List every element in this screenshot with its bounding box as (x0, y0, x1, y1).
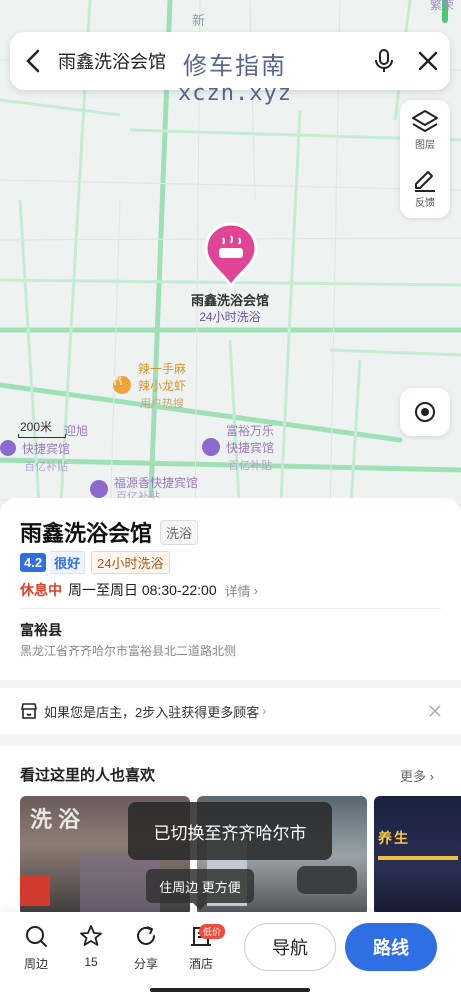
feature-tag: 24小时洗浴 (91, 551, 170, 574)
neon-strip (378, 856, 458, 860)
place-title: 雨鑫洗浴会馆 (20, 521, 153, 546)
hotel3-name: 福源香快捷宾馆 (114, 476, 199, 490)
food-sub: 用户热搜 (140, 398, 184, 410)
location-pin-icon[interactable] (204, 222, 258, 288)
low-price-badge: 低价 (199, 924, 226, 939)
locate-icon (415, 402, 435, 422)
map-tool-panel: 图层 反馈 (400, 100, 450, 218)
photo-sign: 洗浴 (30, 807, 87, 832)
search-bar[interactable]: 雨鑫洗浴会馆 (10, 32, 450, 90)
more-label: 更多 (400, 769, 427, 784)
hotel2-sub: 百亿补贴 (228, 460, 272, 472)
close-button[interactable] (406, 32, 450, 90)
hours-detail-link[interactable]: 详情 (225, 581, 251, 600)
scale-bar (18, 434, 66, 438)
hotel-label: 酒店 (188, 957, 213, 971)
share-label: 分享 (133, 957, 158, 971)
place-info-card: 雨鑫洗浴会馆 洗浴 4.2 很好 24小时洗浴 休息中 周一至周日 08:30-… (0, 498, 461, 680)
category-tag: 洗浴 (160, 519, 199, 545)
poi-sub-label: 24小时洗浴 (199, 310, 261, 324)
divider (20, 608, 441, 609)
road-label: 新 (192, 13, 206, 28)
locate-button[interactable] (400, 388, 450, 436)
shop-icon (21, 703, 37, 719)
chevron-right-icon: › (262, 704, 267, 718)
district: 富裕县 (20, 622, 62, 638)
recommend-more-link[interactable]: 更多 › (400, 766, 434, 785)
toast-message: 已切换至齐齐哈尔市 (128, 802, 332, 860)
hotel1-prefix: 迎旭 (64, 424, 89, 438)
owner-banner[interactable]: 如果您是店主，2步入驻获得更多顾客 › (0, 688, 461, 734)
tag-row: 4.2 很好 24小时洗浴 (20, 551, 170, 574)
close-icon[interactable] (429, 705, 441, 717)
hotel1-name: 快捷宾馆 (22, 442, 71, 456)
hotel-poi-icon[interactable] (0, 440, 16, 456)
recommend-title: 看过这里的人也喜欢 (20, 767, 156, 784)
nearby-button[interactable]: 周边 (16, 924, 56, 972)
layers-icon (412, 109, 438, 132)
owner-banner-text: 如果您是店主，2步入驻获得更多顾客 (44, 704, 260, 720)
poi-name-label: 雨鑫洗浴会馆 (190, 293, 269, 308)
car (297, 866, 357, 894)
microphone-icon (375, 49, 393, 72)
hotel-poi-icon[interactable] (202, 438, 220, 456)
food-name-2: 辣小龙虾 (138, 379, 187, 393)
recommend-photo[interactable]: 养生 (374, 796, 461, 916)
feedback-button[interactable]: 反馈 (400, 158, 450, 216)
opening-hours: 周一至周日 08:30-22:00 (68, 582, 217, 598)
chevron-right-icon: › (253, 582, 258, 598)
chevron-right-icon: › (429, 769, 434, 784)
close-icon (418, 51, 438, 71)
share-icon (137, 926, 155, 945)
shop-sign (20, 876, 50, 906)
food-name-1: 辣一手麻 (138, 362, 187, 376)
search-query[interactable]: 雨鑫洗浴会馆 (58, 48, 362, 74)
hotel1-sub: 百亿补贴 (24, 461, 68, 473)
star-icon (80, 925, 102, 946)
layers-label: 图层 (415, 139, 435, 151)
nearby-label: 周边 (23, 957, 48, 971)
navigate-button[interactable]: 导航 (244, 923, 336, 971)
hotel2-line2: 快捷宾馆 (226, 441, 275, 455)
search-icon (26, 926, 47, 947)
hotel2-line1: 富裕万乐 (226, 424, 275, 438)
route-button[interactable]: 路线 (345, 923, 437, 971)
hours-row[interactable]: 休息中 周一至周日 08:30-22:00 详情 › (20, 580, 258, 600)
hotel-tooltip: 住周边 更方便 (146, 869, 254, 910)
bottom-action-bar: 周边 15 分享 酒店 低价 导航 路线 (0, 912, 461, 1000)
scale-label: 200米 (20, 420, 53, 434)
favorite-button[interactable]: 15 (71, 924, 111, 969)
layers-button[interactable]: 图层 (400, 100, 450, 158)
corner-label: 繁荣 (430, 0, 455, 12)
share-button[interactable]: 分享 (126, 924, 166, 972)
hotel-poi-icon[interactable] (90, 480, 108, 498)
back-button[interactable] (10, 32, 58, 90)
rating-score[interactable]: 4.2 (20, 553, 47, 572)
title-row: 雨鑫洗浴会馆 洗浴 (20, 516, 199, 548)
back-arrow-icon (26, 49, 40, 73)
voice-button[interactable] (362, 32, 406, 90)
feedback-icon (415, 170, 435, 192)
food-poi-icon[interactable] (113, 376, 131, 394)
rating-text[interactable]: 很好 (50, 551, 86, 574)
home-indicator[interactable] (150, 988, 310, 992)
open-status: 休息中 (20, 582, 62, 598)
favorite-count: 15 (84, 955, 98, 969)
photo-sign: 养生 (378, 830, 410, 846)
feedback-label: 反馈 (415, 197, 435, 209)
address[interactable]: 黑龙江省齐齐哈尔市富裕县北二道路北侧 (20, 642, 236, 659)
